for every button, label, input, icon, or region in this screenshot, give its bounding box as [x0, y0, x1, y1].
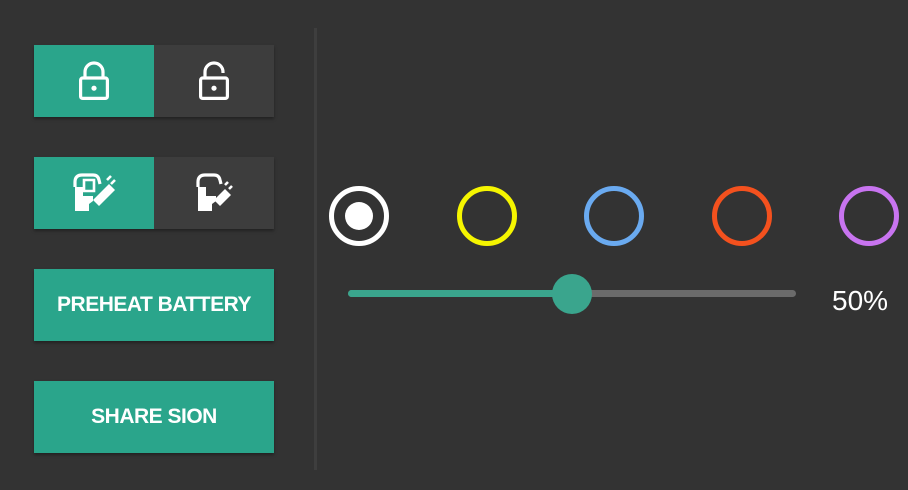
- lock-closed-icon: [78, 61, 109, 100]
- charge-port-open-icon: [73, 173, 116, 211]
- color-swatch-orange[interactable]: [712, 186, 772, 246]
- share-sion-button[interactable]: SHARE SION: [34, 381, 274, 453]
- control-panel: PREHEAT BATTERY SHARE SION: [34, 45, 274, 453]
- light-color-selector: [329, 186, 899, 246]
- unlock-button[interactable]: [154, 45, 274, 117]
- charge-port-open-button[interactable]: [34, 157, 154, 229]
- selected-dot: [345, 202, 373, 230]
- brightness-slider-fill: [348, 290, 572, 297]
- color-swatch-yellow[interactable]: [457, 186, 517, 246]
- charge-port-closed-button[interactable]: [154, 157, 274, 229]
- brightness-slider[interactable]: [348, 274, 796, 314]
- brightness-value: 50%: [832, 285, 889, 316]
- lock-button[interactable]: [34, 45, 154, 117]
- color-swatch-purple[interactable]: [839, 186, 899, 246]
- charge-port-closed-icon: [196, 173, 233, 211]
- panel-divider: [314, 28, 317, 470]
- color-swatch-blue[interactable]: [584, 186, 644, 246]
- brightness-slider-thumb[interactable]: [552, 274, 592, 314]
- lock-toggle: [34, 45, 274, 117]
- lock-open-icon: [198, 61, 229, 100]
- charge-port-toggle: [34, 157, 274, 229]
- color-swatch-white[interactable]: [329, 186, 389, 246]
- preheat-battery-button[interactable]: PREHEAT BATTERY: [34, 269, 274, 341]
